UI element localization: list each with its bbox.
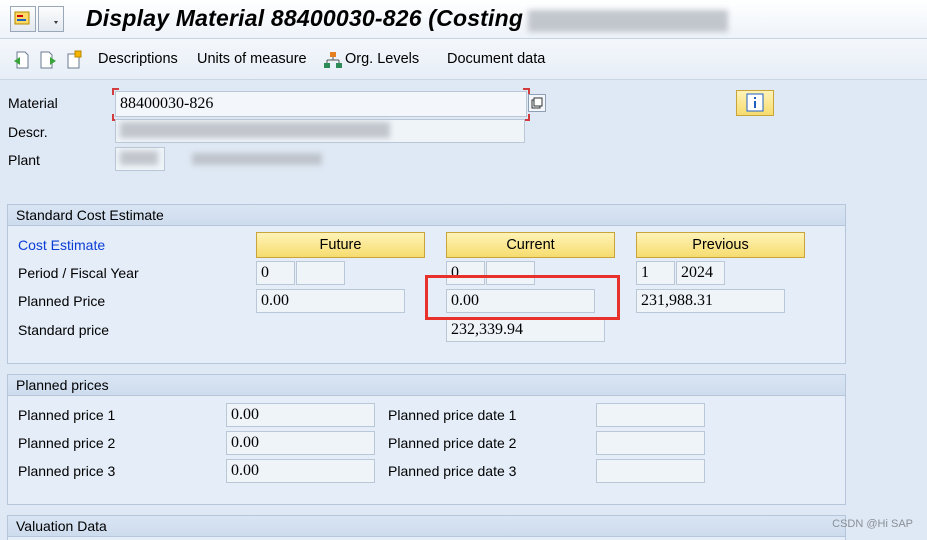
plant-label: Plant [8, 152, 40, 168]
page-title: Display Material 88400030-826 (Costing [86, 5, 524, 31]
current-standard-price-field[interactable]: 232,339.94 [446, 318, 605, 342]
toolbar-org-levels[interactable]: Org. Levels [345, 51, 419, 67]
copy-icon[interactable] [64, 50, 84, 70]
menu-icon[interactable] [10, 6, 36, 32]
material-label: Material [8, 95, 58, 111]
valuation-data-title: Valuation Data [8, 516, 845, 537]
planned-price-label: Planned Price [18, 293, 106, 309]
standard-cost-estimate-title: Standard Cost Estimate [8, 205, 845, 226]
planned-price-date-2-label: Planned price date 2 [388, 435, 517, 451]
redacted-plant [120, 151, 158, 165]
previous-year-field[interactable]: 2024 [676, 261, 725, 285]
toolbar-descriptions[interactable]: Descriptions [98, 51, 178, 67]
prev-icon[interactable] [12, 50, 32, 70]
previous-button[interactable]: Previous [636, 232, 805, 258]
copy-field-icon[interactable] [528, 94, 546, 112]
next-icon[interactable] [38, 50, 58, 70]
planned-price-1-label: Planned price 1 [18, 407, 116, 423]
future-period-field[interactable]: 0 [256, 261, 295, 285]
title-bar: Display Material 88400030-826 (Costing [0, 0, 927, 39]
descr-label: Descr. [8, 124, 48, 140]
org-levels-icon[interactable] [323, 50, 343, 70]
watermark: CSDN @Hi SAP [832, 518, 913, 530]
planned-price-date-3-field[interactable] [596, 459, 705, 483]
cost-estimate-link[interactable]: Cost Estimate [18, 237, 105, 253]
material-field[interactable]: 88400030-826 [115, 91, 527, 117]
future-button[interactable]: Future [256, 232, 425, 258]
previous-planned-price-field[interactable]: 231,988.31 [636, 289, 785, 313]
planned-price-date-1-label: Planned price date 1 [388, 407, 517, 423]
redacted-plant-name [192, 153, 322, 165]
redacted-title [528, 10, 728, 32]
planned-price-date-3-label: Planned price date 3 [388, 463, 517, 479]
planned-price-date-2-field[interactable] [596, 431, 705, 455]
info-button[interactable] [736, 90, 774, 116]
planned-price-date-1-field[interactable] [596, 403, 705, 427]
future-planned-price-field[interactable]: 0.00 [256, 289, 405, 313]
planned-price-3-field[interactable]: 0.00 [226, 459, 375, 483]
previous-period-field[interactable]: 1 [636, 261, 675, 285]
future-year-field[interactable] [296, 261, 345, 285]
redacted-descr [120, 122, 390, 138]
valuation-data-group: Valuation Data [7, 515, 846, 540]
highlight-box [425, 275, 620, 320]
period-fiscal-year-label: Period / Fiscal Year [18, 265, 139, 281]
planned-price-3-label: Planned price 3 [18, 463, 116, 479]
info-icon [746, 93, 764, 112]
dropdown-icon[interactable] [38, 6, 64, 32]
planned-prices-title: Planned prices [8, 375, 845, 396]
toolbar-units-of-measure[interactable]: Units of measure [197, 51, 307, 67]
standard-price-label: Standard price [18, 322, 110, 338]
toolbar-document-data[interactable]: Document data [447, 51, 545, 67]
planned-price-2-field[interactable]: 0.00 [226, 431, 375, 455]
planned-price-1-field[interactable]: 0.00 [226, 403, 375, 427]
toolbar: Descriptions Units of measure Org. Level… [0, 39, 927, 80]
current-button[interactable]: Current [446, 232, 615, 258]
planned-price-2-label: Planned price 2 [18, 435, 116, 451]
required-marker [112, 88, 119, 95]
